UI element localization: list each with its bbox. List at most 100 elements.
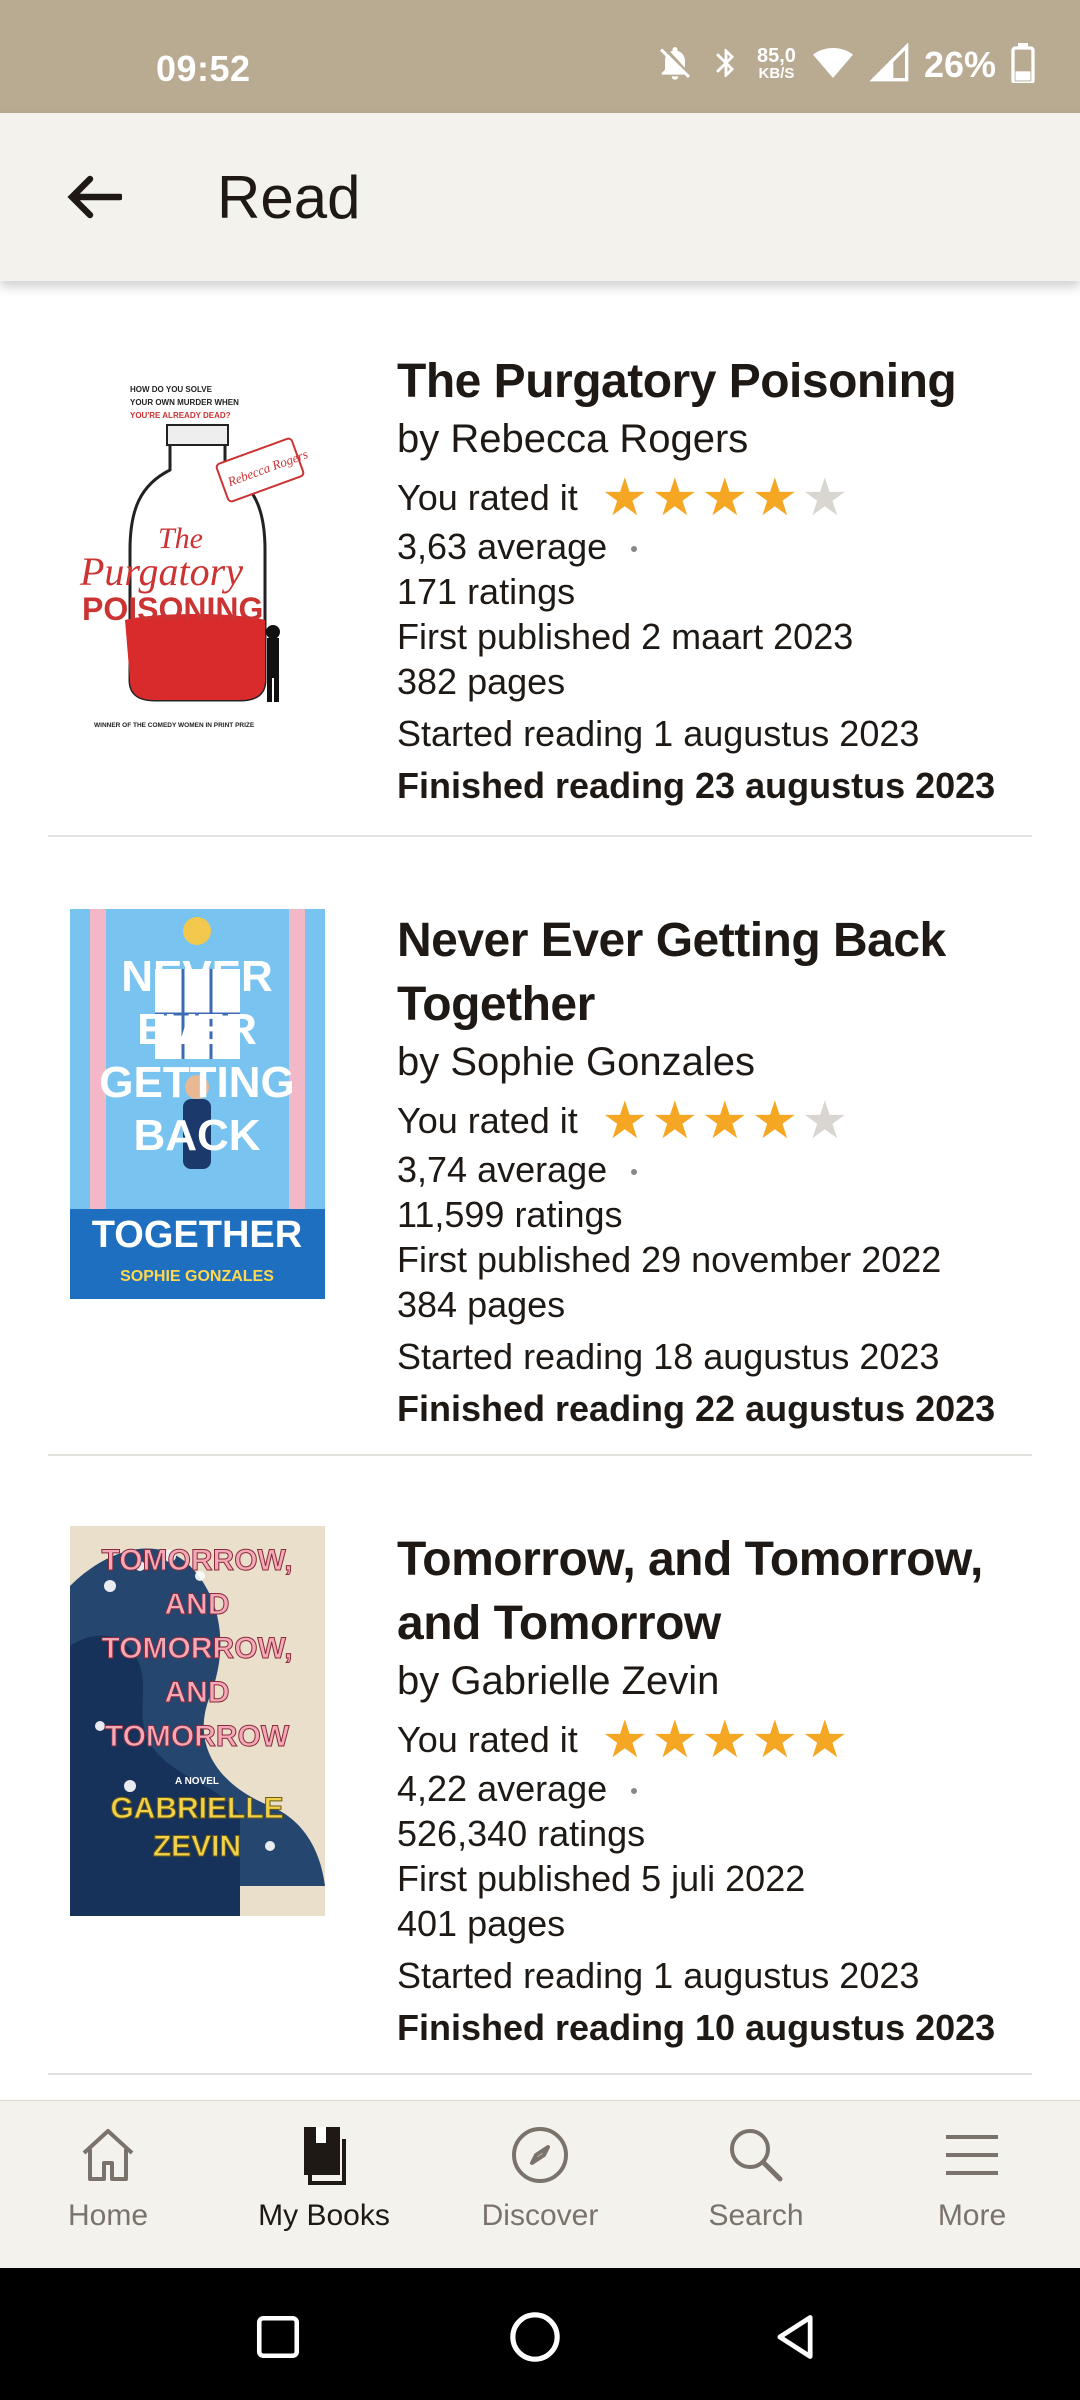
page-count: 384 pages — [397, 1284, 566, 1325]
book-list-item[interactable]: NEVER EVER GETTING BACK TOGETHER SOPHIE … — [48, 837, 1032, 1456]
book-list-item[interactable]: TOMORROW, AND TOMORROW, AND TOMORROW A N… — [48, 1456, 1032, 2075]
cover-line-1: NEVER — [121, 952, 273, 1001]
nav-discover[interactable]: Discover — [432, 2123, 648, 2263]
first-published: First published 5 juli 2022 — [397, 1858, 806, 1899]
nav-home[interactable]: Home — [0, 2123, 216, 2263]
star-filled-icon[interactable]: ★ — [600, 1714, 650, 1766]
star-filled-icon[interactable]: ★ — [750, 1095, 800, 1147]
search-icon — [730, 2129, 783, 2182]
average-rating: 4,22 average — [397, 1766, 1032, 1811]
app-bar: Read — [0, 113, 1080, 281]
star-empty-icon[interactable]: ★ — [800, 472, 850, 524]
separator-dot — [631, 546, 638, 553]
user-rating: You rated it ★ ★ ★ ★ ★ — [397, 1095, 1032, 1147]
bottom-navigation: Home My Books Discover Search More — [0, 2100, 1080, 2269]
book-title[interactable]: Tomorrow, and Tomorrow, and Tomorrow — [397, 1528, 1032, 1656]
cover-footer: WINNER OF THE COMEDY WOMEN IN PRINT PRIZ… — [94, 722, 255, 729]
ratings-count: 11,599 ratings — [397, 1194, 623, 1235]
arrow-left-icon — [67, 175, 122, 219]
rated-label: You rated it — [397, 1100, 578, 1141]
status-icons: 85,0 KB/S 26% — [655, 40, 1036, 90]
cover-line-5: TOGETHER — [92, 1214, 302, 1256]
page-count: 401 pages — [397, 1903, 566, 1944]
nav-my-books[interactable]: My Books — [216, 2123, 432, 2263]
first-published: First published 29 november 2022 — [397, 1239, 942, 1280]
nav-discover-label: Discover — [481, 2199, 599, 2232]
nav-home-label: Home — [67, 2199, 149, 2232]
star-rating[interactable]: ★ ★ ★ ★ ★ — [600, 472, 850, 524]
cover-tagline-2: YOUR OWN MURDER WHEN — [130, 398, 239, 407]
star-filled-icon[interactable]: ★ — [600, 472, 650, 524]
star-filled-icon[interactable]: ★ — [800, 1714, 850, 1766]
cover-line-1: TOMORROW, — [101, 1544, 292, 1577]
cover-novel: A NOVEL — [175, 1776, 219, 1787]
triangle-back-icon — [777, 2315, 813, 2359]
average-rating: 3,74 average — [397, 1147, 1032, 1192]
compass-icon — [512, 2127, 568, 2183]
book-icon — [304, 2127, 346, 2185]
cover-line-2: EVER — [137, 1005, 257, 1054]
cover-author-2: ZEVIN — [153, 1830, 241, 1863]
signal-icon — [869, 41, 910, 88]
cover-author-1: GABRIELLE — [110, 1792, 283, 1825]
separator-dot — [631, 1169, 638, 1176]
nav-more[interactable]: More — [864, 2123, 1080, 2263]
started-reading: Started reading 1 augustus 2023 — [397, 1955, 920, 1996]
cover-line-4: AND — [165, 1676, 230, 1709]
book-author[interactable]: by Sophie Gonzales — [397, 1037, 1032, 1087]
star-filled-icon[interactable]: ★ — [750, 472, 800, 524]
user-rating: You rated it ★ ★ ★ ★ ★ — [397, 472, 1032, 524]
star-filled-icon[interactable]: ★ — [700, 472, 750, 524]
bluetooth-icon — [709, 43, 743, 88]
back-system-button[interactable] — [760, 2302, 830, 2372]
nav-my-books-label: My Books — [258, 2199, 390, 2232]
book-cover-image[interactable]: NEVER EVER GETTING BACK TOGETHER SOPHIE … — [70, 909, 325, 1299]
book-author[interactable]: by Gabrielle Zevin — [397, 1656, 1032, 1706]
nav-more-label: More — [937, 2199, 1007, 2232]
star-filled-icon[interactable]: ★ — [650, 472, 700, 524]
home-icon — [82, 2129, 134, 2181]
cover-tagline-1: HOW DO YOU SOLVE — [130, 385, 213, 394]
nav-search[interactable]: Search — [648, 2123, 864, 2263]
wifi-icon — [810, 43, 856, 88]
cover-tagline-3: YOU'RE ALREADY DEAD? — [130, 411, 231, 420]
average-text: 3,63 average — [397, 526, 608, 567]
star-filled-icon[interactable]: ★ — [650, 1714, 700, 1766]
book-list-item[interactable]: HOW DO YOU SOLVE YOUR OWN MURDER WHEN YO… — [48, 330, 1032, 837]
star-empty-icon[interactable]: ★ — [800, 1095, 850, 1147]
book-cover-image[interactable]: HOW DO YOU SOLVE YOUR OWN MURDER WHEN YO… — [70, 370, 325, 760]
star-filled-icon[interactable]: ★ — [750, 1714, 800, 1766]
bell-off-icon — [655, 43, 695, 88]
started-reading: Started reading 18 augustus 2023 — [397, 1336, 940, 1377]
status-time: 09:52 — [156, 48, 251, 89]
started-reading: Started reading 1 augustus 2023 — [397, 713, 920, 754]
book-cover-image[interactable]: TOMORROW, AND TOMORROW, AND TOMORROW A N… — [70, 1526, 325, 1916]
star-filled-icon[interactable]: ★ — [700, 1714, 750, 1766]
book-title[interactable]: The Purgatory Poisoning — [397, 350, 1032, 414]
average-text: 3,74 average — [397, 1149, 608, 1190]
recents-button[interactable] — [243, 2302, 313, 2372]
home-button[interactable] — [500, 2302, 570, 2372]
page-count: 382 pages — [397, 661, 566, 702]
user-rating: You rated it ★ ★ ★ ★ ★ — [397, 1714, 1032, 1766]
star-filled-icon[interactable]: ★ — [600, 1095, 650, 1147]
back-button[interactable] — [56, 165, 132, 229]
square-icon — [256, 2315, 300, 2359]
rated-label: You rated it — [397, 477, 578, 518]
circle-icon — [510, 2312, 560, 2362]
star-filled-icon[interactable]: ★ — [650, 1095, 700, 1147]
book-info: Tomorrow, and Tomorrow, and Tomorrow by … — [397, 1528, 1032, 2054]
cover-line-3: GETTING — [99, 1058, 295, 1107]
first-published: First published 2 maart 2023 — [397, 616, 854, 657]
cover-line-5: TOMORROW — [105, 1720, 290, 1753]
star-rating[interactable]: ★ ★ ★ ★ ★ — [600, 1714, 850, 1766]
star-rating[interactable]: ★ ★ ★ ★ ★ — [600, 1095, 850, 1147]
speed-value: 85,0 — [757, 45, 796, 67]
book-title[interactable]: Never Ever Getting Back Together — [397, 909, 1032, 1037]
system-navigation-bar — [0, 2268, 1080, 2400]
ratings-count: 526,340 ratings — [397, 1813, 646, 1854]
finished-reading: Finished reading 10 augustus 2023 — [397, 2007, 996, 2048]
star-filled-icon[interactable]: ★ — [700, 1095, 750, 1147]
cover-word-3: POISONING — [82, 591, 263, 627]
book-author[interactable]: by Rebecca Rogers — [397, 414, 1032, 464]
